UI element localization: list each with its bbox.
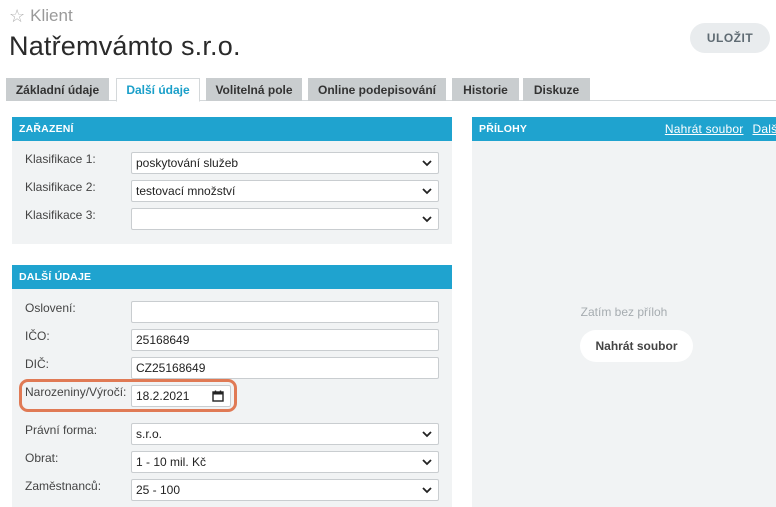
klasifikace-2-row: Klasifikace 2: xyxy=(25,180,131,194)
record-type-label: Klient xyxy=(30,6,73,25)
page-title: Natřemvámto s.r.o. xyxy=(9,31,241,61)
osloveni-row: Oslovení: xyxy=(25,301,131,315)
zamestnancu-label: Zaměstnanců: xyxy=(25,479,102,493)
obrat-select[interactable]: 1 - 10 mil. Kč xyxy=(131,451,439,473)
tab-online-podepisovani[interactable]: Online podepisování xyxy=(308,78,446,101)
osloveni-label: Oslovení: xyxy=(25,301,76,315)
prilohy-title: PŘÍLOHY xyxy=(479,123,528,135)
ico-label: IČO: xyxy=(25,329,50,343)
klasifikace-2-label: Klasifikace 2: xyxy=(25,180,96,194)
pravni-forma-row: Právní forma: xyxy=(25,423,131,437)
upload-file-button[interactable]: Nahrát soubor xyxy=(580,330,693,362)
klasifikace-1-select[interactable]: poskytování služeb xyxy=(131,152,439,174)
tab-dalsi-udaje[interactable]: Další údaje xyxy=(116,78,200,102)
empty-attachments-text: Zatím bez příloh xyxy=(580,305,668,319)
dic-label: DIČ: xyxy=(25,357,49,371)
tab-volitelna-pole[interactable]: Volitelná pole xyxy=(206,78,302,101)
chevron-down-icon xyxy=(422,459,432,466)
chevron-down-icon xyxy=(422,188,432,195)
zamestnancu-row: Zaměstnanců: xyxy=(25,479,131,493)
chevron-down-icon xyxy=(422,487,432,494)
zamestnancu-select[interactable]: 25 - 100 xyxy=(131,479,439,501)
klasifikace-1-row: Klasifikace 1: xyxy=(25,152,131,166)
ico-input[interactable]: 25168649 xyxy=(131,329,439,351)
dic-row: DIČ: xyxy=(25,357,131,371)
klasifikace-3-row: Klasifikace 3: xyxy=(25,208,131,222)
klasifikace-1-label: Klasifikace 1: xyxy=(25,152,96,166)
pravni-forma-label: Právní forma: xyxy=(25,423,98,437)
record-type: ☆ Klient xyxy=(9,6,73,26)
upload-file-link[interactable]: Nahrát soubor xyxy=(665,122,744,136)
tab-bar: Základní údaje Další údaje Volitelná pol… xyxy=(6,78,776,102)
obrat-row: Obrat: xyxy=(25,451,131,465)
klasifikace-3-label: Klasifikace 3: xyxy=(25,208,96,222)
klasifikace-2-select[interactable]: testovací množství xyxy=(131,180,439,202)
pravni-forma-select[interactable]: s.r.o. xyxy=(131,423,439,445)
prilohy-panel: PŘÍLOHY Nahrát soubor Další možnosti Zat… xyxy=(472,117,776,507)
zarazeni-header: ZAŘAZENÍ xyxy=(12,117,452,141)
ico-row: IČO: xyxy=(25,329,131,343)
narozeniny-highlight xyxy=(19,379,237,412)
klasifikace-3-select[interactable] xyxy=(131,208,439,230)
prilohy-header: PŘÍLOHY Nahrát soubor Další možnosti xyxy=(472,117,776,141)
tab-historie[interactable]: Historie xyxy=(452,78,519,101)
prilohy-links: Nahrát soubor Další možnosti xyxy=(665,122,776,136)
more-options-link[interactable]: Další možnosti xyxy=(753,122,776,136)
chevron-down-icon xyxy=(422,160,432,167)
dalsi-udaje-header: DALŠÍ ÚDAJE xyxy=(12,265,452,289)
obrat-label: Obrat: xyxy=(25,451,59,465)
chevron-down-icon xyxy=(422,431,432,438)
tab-zakladni-udaje[interactable]: Základní údaje xyxy=(6,78,109,101)
osloveni-input[interactable] xyxy=(131,301,439,323)
chevron-down-icon xyxy=(422,216,432,223)
zarazeni-panel: ZAŘAZENÍ Klasifikace 1: poskytování služ… xyxy=(12,117,452,244)
tab-diskuze[interactable]: Diskuze xyxy=(523,78,590,101)
dic-input[interactable]: CZ25168649 xyxy=(131,357,439,379)
save-button[interactable]: ULOŽIT xyxy=(690,23,770,53)
star-icon[interactable]: ☆ xyxy=(9,7,25,25)
